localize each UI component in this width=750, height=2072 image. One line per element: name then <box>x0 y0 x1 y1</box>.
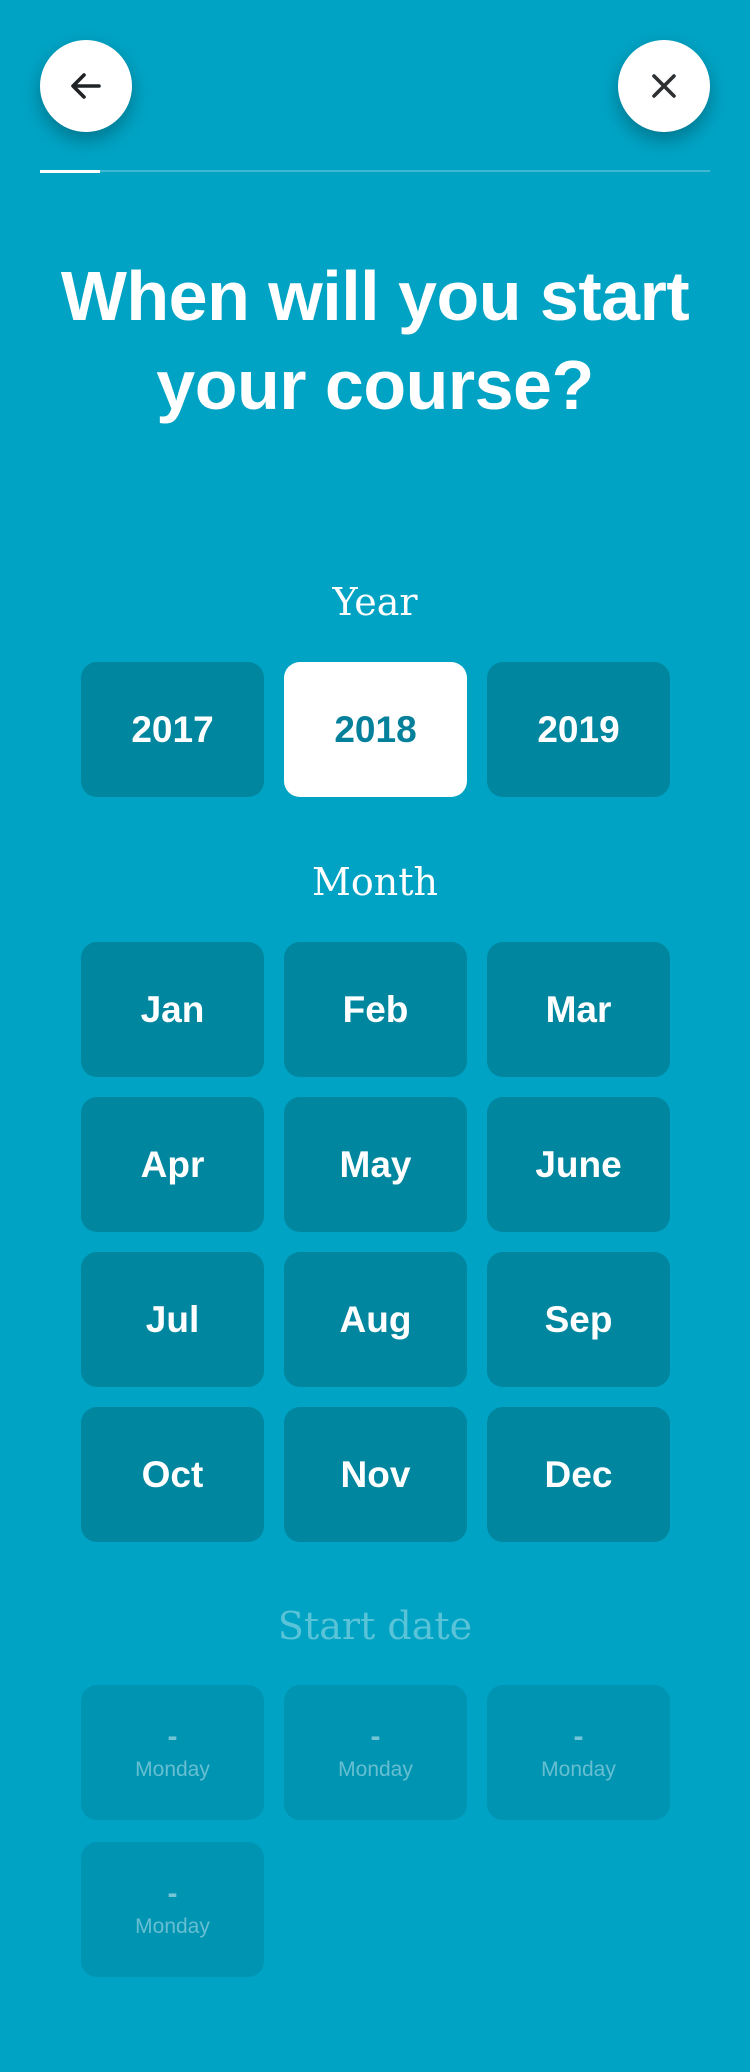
month-option-sep[interactable]: Sep <box>487 1252 670 1387</box>
month-option-mar[interactable]: Mar <box>487 942 670 1077</box>
month-option-aug[interactable]: Aug <box>284 1252 467 1387</box>
close-button[interactable] <box>618 40 710 132</box>
month-option-feb[interactable]: Feb <box>284 942 467 1077</box>
year-label: Year <box>332 580 418 624</box>
month-option-oct[interactable]: Oct <box>81 1407 264 1542</box>
month-option-dec[interactable]: Dec <box>487 1407 670 1542</box>
start-date-weekday: Monday <box>338 1757 413 1781</box>
start-date-weekday: Monday <box>135 1914 210 1938</box>
back-button[interactable] <box>40 40 132 132</box>
start-date-option: - Monday <box>487 1685 670 1820</box>
start-date-label: Start date <box>277 1604 473 1648</box>
start-date-option: - Monday <box>81 1842 264 1977</box>
start-date-weekday: Monday <box>541 1757 616 1781</box>
month-label: Month <box>311 860 438 904</box>
start-date-value: - <box>370 1719 381 1753</box>
month-option-may[interactable]: May <box>284 1097 467 1232</box>
start-date-value: - <box>573 1719 584 1753</box>
year-options: 2017 2018 2019 <box>81 662 671 797</box>
start-date-value: - <box>167 1876 178 1910</box>
year-option-2019[interactable]: 2019 <box>487 662 670 797</box>
month-options: Jan Feb Mar Apr May June Jul Aug Sep Oct Nov Dec <box>81 942 671 1542</box>
year-option-2017[interactable]: 2017 <box>81 662 264 797</box>
start-date-option: - Monday <box>81 1685 264 1820</box>
start-date-weekday: Monday <box>135 1757 210 1781</box>
month-option-nov[interactable]: Nov <box>284 1407 467 1542</box>
month-option-apr[interactable]: Apr <box>81 1097 264 1232</box>
arrow-left-icon <box>71 73 101 99</box>
year-option-2018[interactable]: 2018 <box>284 662 467 797</box>
month-option-june[interactable]: June <box>487 1097 670 1232</box>
start-date-option: - Monday <box>284 1685 467 1820</box>
progress-fill <box>40 169 101 173</box>
close-icon <box>652 74 676 98</box>
month-option-jan[interactable]: Jan <box>81 942 264 1077</box>
month-option-jul[interactable]: Jul <box>81 1252 264 1387</box>
page-title: When will you start your course? <box>60 257 690 424</box>
progress-bar <box>40 169 710 173</box>
start-date-value: - <box>167 1719 178 1753</box>
start-date-options: - Monday - Monday - Monday - Monday <box>81 1685 671 1977</box>
